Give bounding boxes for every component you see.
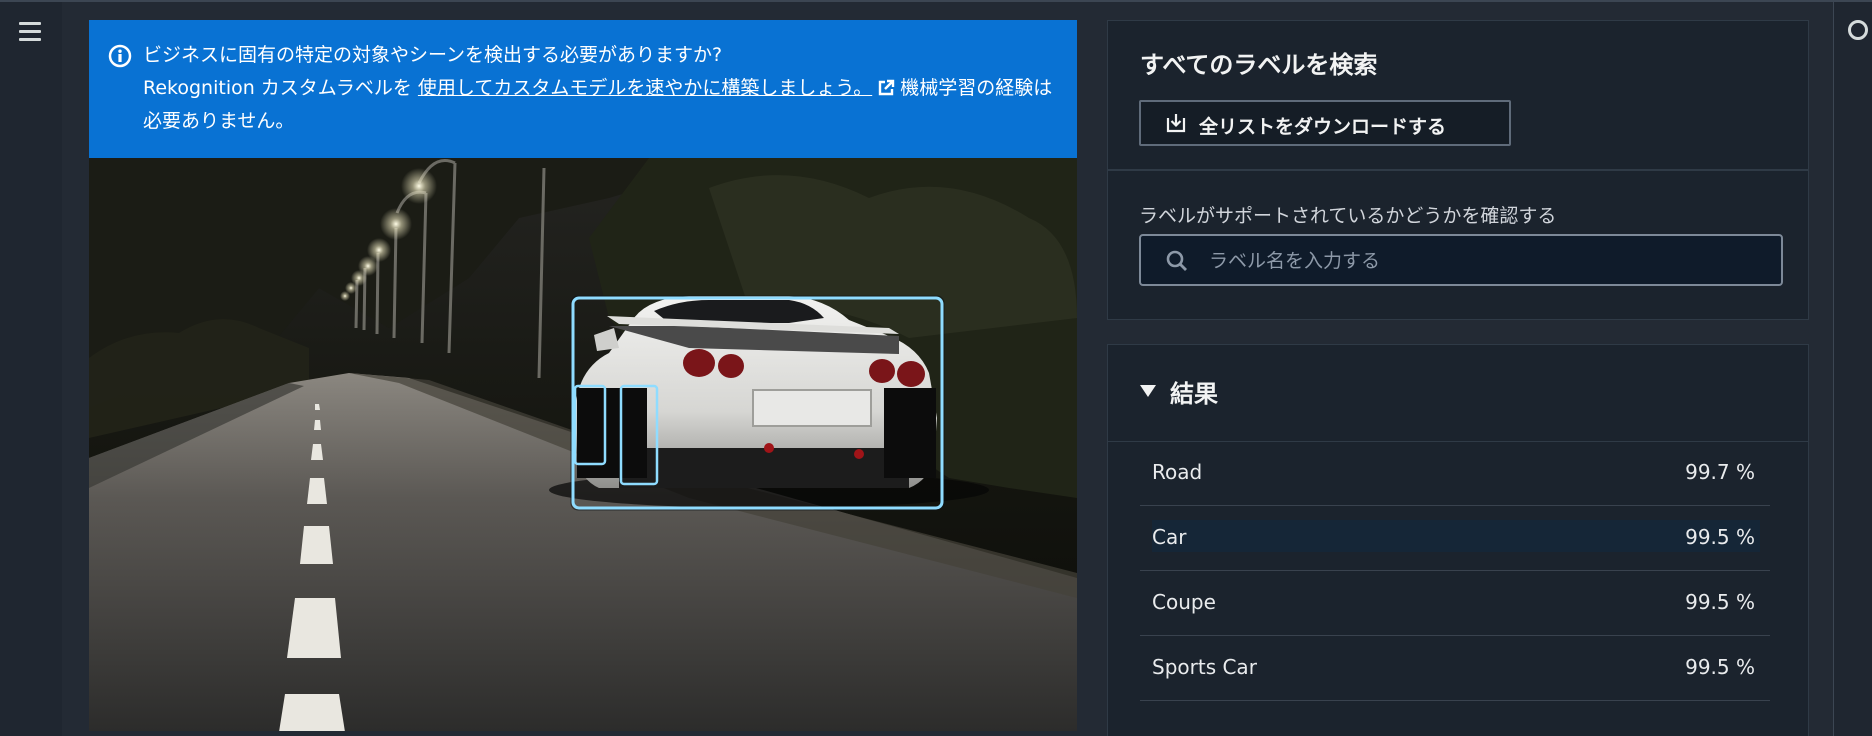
result-confidence: 99.5 %: [1685, 525, 1755, 549]
search-all-labels-panel: すべてのラベルを検索 全リストをダウンロードする: [1107, 20, 1809, 170]
labels-sidebar: すべてのラベルを検索 全リストをダウンロードする ラベルがサポートされているかど…: [1107, 20, 1809, 736]
right-tools-rail: [1833, 2, 1872, 736]
download-full-list-button[interactable]: 全リストをダウンロードする: [1139, 100, 1511, 146]
results-title: 結果: [1170, 380, 1218, 408]
results-header[interactable]: 結果: [1108, 345, 1808, 442]
notice-line-1: ビジネスに固有の特定の対象やシーンを検出する必要がありますか?: [143, 44, 723, 66]
notice-prefix: Rekognition カスタムラベルを: [143, 77, 418, 99]
viewer-bottom-strip: [89, 731, 1077, 732]
result-confidence: 99.7 %: [1685, 460, 1755, 484]
label-search-box[interactable]: [1139, 234, 1783, 286]
result-label: Coupe: [1152, 590, 1216, 614]
main-content: ビジネスに固有の特定の対象やシーンを検出する必要がありますか? Rekognit…: [62, 2, 1834, 736]
result-confidence: 99.5 %: [1685, 655, 1755, 679]
result-label: Road: [1152, 460, 1203, 484]
result-row-car[interactable]: Car 99.5 %: [1140, 506, 1770, 571]
result-row-sports-car[interactable]: Sports Car 99.5 %: [1140, 636, 1770, 701]
settings-icon[interactable]: [1848, 20, 1868, 40]
search-all-labels-title: すべてのラベルを検索: [1140, 51, 1378, 79]
download-button-label: 全リストをダウンロードする: [1199, 116, 1447, 138]
caret-down-icon[interactable]: [1140, 385, 1156, 397]
info-icon: [108, 44, 132, 68]
analyzed-photo: [89, 158, 1077, 732]
result-label: Sports Car: [1152, 655, 1257, 679]
custom-labels-link[interactable]: 使用してカスタムモデルを速やかに構築しましょう。: [418, 77, 872, 99]
app-frame: ビジネスに固有の特定の対象やシーンを検出する必要がありますか? Rekognit…: [0, 0, 1872, 736]
hamburger-menu-icon[interactable]: [19, 22, 41, 42]
label-support-check-label: ラベルがサポートされているかどうかを確認する: [1139, 205, 1557, 227]
label-support-check-panel: ラベルがサポートされているかどうかを確認する: [1107, 170, 1809, 320]
left-navigation-rail: [0, 2, 63, 736]
label-search-input[interactable]: [1207, 236, 1771, 286]
result-row-coupe[interactable]: Coupe 99.5 %: [1140, 571, 1770, 636]
download-icon: [1166, 114, 1186, 133]
result-confidence: 99.5 %: [1685, 590, 1755, 614]
results-list: Road 99.7 % Car 99.5 % Coupe 99.5 % Spor…: [1140, 441, 1770, 701]
selected-row-highlight: [1152, 520, 1760, 552]
result-row-road[interactable]: Road 99.7 %: [1140, 441, 1770, 506]
search-icon: [1166, 250, 1187, 271]
result-label: Car: [1152, 525, 1187, 549]
notice-line-2: Rekognition カスタムラベルを 使用してカスタムモデルを速やかに構築し…: [143, 72, 1057, 138]
external-link-icon[interactable]: [876, 78, 896, 98]
custom-labels-notice: ビジネスに固有の特定の対象やシーンを検出する必要がありますか? Rekognit…: [89, 20, 1077, 158]
image-viewer: ビジネスに固有の特定の対象やシーンを検出する必要がありますか? Rekognit…: [89, 20, 1077, 732]
results-panel: 結果 Road 99.7 % Car 99.5 % Coupe 99.5 % S…: [1107, 344, 1809, 736]
